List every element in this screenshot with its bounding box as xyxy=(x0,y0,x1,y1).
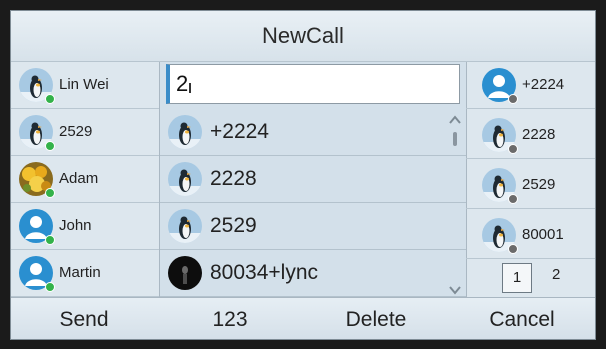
presence-status-icon xyxy=(508,94,518,104)
presence-status-icon xyxy=(45,188,55,198)
recent-item[interactable]: 80001 xyxy=(466,212,595,259)
contact-name: Adam xyxy=(59,170,99,187)
dial-input[interactable]: 2 xyxy=(166,64,460,104)
phone-screen: NewCall Lin Wei 2529 Adam John Martin 2 +222… xyxy=(10,10,596,340)
contact-item[interactable]: 2529 xyxy=(11,109,159,156)
presence-status-icon xyxy=(45,94,55,104)
suggestion-number: 2529 xyxy=(210,214,257,237)
contact-name: 2529 xyxy=(59,123,93,140)
suggestion-item[interactable]: 2228 xyxy=(160,156,466,203)
presence-status-icon xyxy=(508,194,518,204)
recent-item[interactable]: +2224 xyxy=(466,62,595,109)
suggestion-number: 80034+lync xyxy=(210,261,319,284)
send-button[interactable]: Send xyxy=(11,298,157,339)
page-current-button[interactable]: 1 xyxy=(502,263,532,293)
avatar xyxy=(168,162,202,196)
suggestion-number: 2228 xyxy=(210,167,257,190)
presence-status-icon xyxy=(45,141,55,151)
avatar xyxy=(168,115,202,149)
presence-status-icon xyxy=(508,144,518,154)
contact-item[interactable]: John xyxy=(11,203,159,250)
suggestion-item[interactable]: +2224 xyxy=(160,109,466,156)
text-caret xyxy=(189,83,192,93)
recent-number: +2224 xyxy=(522,76,565,93)
contact-item[interactable]: Adam xyxy=(11,156,159,203)
pager: 1 2 xyxy=(466,260,595,297)
dial-input-value: 2 xyxy=(176,71,189,96)
recent-number: 80001 xyxy=(522,226,564,243)
search-row: 2 xyxy=(160,62,466,109)
recent-column: 1 2 +2224 2228 2529 80001 xyxy=(466,62,595,297)
recent-number: 2228 xyxy=(522,126,556,143)
screen-title: NewCall xyxy=(262,23,344,48)
123-button[interactable]: 123 xyxy=(157,298,303,339)
page-next-button[interactable]: 2 xyxy=(552,266,560,283)
contacts-column: Lin Wei 2529 Adam John Martin xyxy=(11,62,159,297)
avatar xyxy=(168,209,202,243)
contact-name: John xyxy=(59,217,92,234)
presence-status-icon xyxy=(45,235,55,245)
contact-name: Lin Wei xyxy=(59,76,109,93)
recent-item[interactable]: 2529 xyxy=(466,162,595,209)
suggestion-item[interactable]: 80034+lync xyxy=(160,250,466,297)
softkey-bar: Send 123 Delete Cancel xyxy=(11,297,595,339)
contact-item[interactable]: Martin xyxy=(11,250,159,297)
recent-number: 2529 xyxy=(522,176,556,193)
title-bar: NewCall xyxy=(11,11,595,62)
suggestion-number: +2224 xyxy=(210,120,269,143)
avatar xyxy=(168,256,202,290)
presence-status-icon xyxy=(45,282,55,292)
contact-item[interactable]: Lin Wei xyxy=(11,62,159,109)
presence-status-icon xyxy=(508,244,518,254)
dial-column: 2 +2224 2228 2529 80034+lync xyxy=(159,62,467,297)
cancel-button[interactable]: Cancel xyxy=(449,298,595,339)
contact-name: Martin xyxy=(59,264,101,281)
delete-button[interactable]: Delete xyxy=(303,298,449,339)
recent-item[interactable]: 2228 xyxy=(466,112,595,159)
suggestion-item[interactable]: 2529 xyxy=(160,203,466,250)
